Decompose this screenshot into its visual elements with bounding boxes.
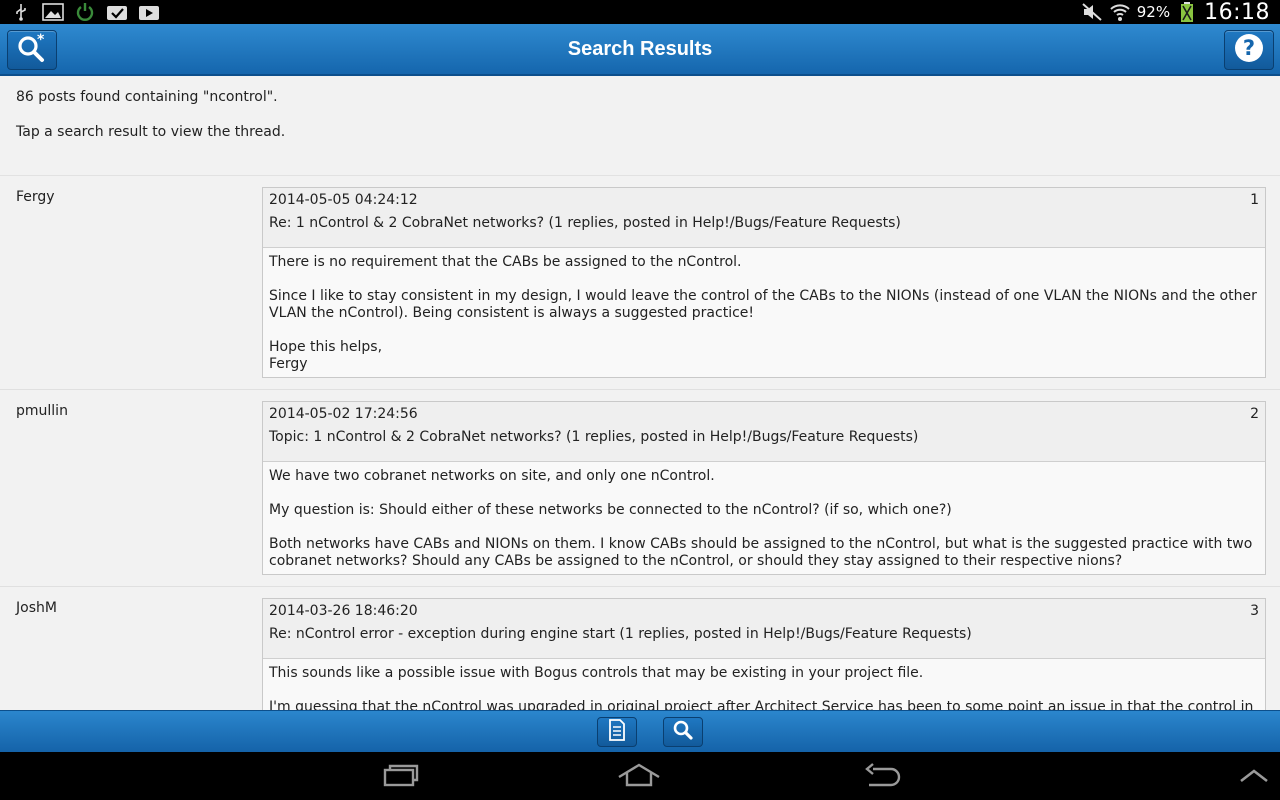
svg-text:?: ? xyxy=(1243,36,1255,60)
page-title: Search Results xyxy=(567,38,713,60)
post-card[interactable]: 2014-03-26 18:46:20 3 Re: nControl error… xyxy=(262,598,1266,710)
task-check-icon xyxy=(106,2,128,22)
play-store-icon xyxy=(138,2,160,22)
image-icon xyxy=(42,2,64,22)
clock: 16:18 xyxy=(1204,0,1270,25)
post-subject: Re: 1 nControl & 2 CobraNet networks? (1… xyxy=(269,215,901,231)
status-bar: 92% 16:18 xyxy=(0,0,1280,25)
post-card[interactable]: 2014-05-02 17:24:56 2 Topic: 1 nControl … xyxy=(262,401,1266,575)
post-date: 2014-05-02 17:24:56 xyxy=(269,406,418,422)
collapse-button[interactable] xyxy=(1234,764,1274,790)
help-button[interactable]: ? xyxy=(1224,30,1274,70)
results-summary: 86 posts found containing "ncontrol". Ta… xyxy=(0,76,1280,141)
battery-percent: 92% xyxy=(1136,3,1171,21)
app-header: Search Results * ? xyxy=(0,24,1280,76)
status-bar-system: 92% 16:18 xyxy=(1081,0,1270,25)
recent-apps-icon xyxy=(381,763,419,791)
post-paragraph: My question is: Should either of these n… xyxy=(269,502,952,518)
search-options-button[interactable]: * xyxy=(7,30,57,70)
post-paragraph: Since I like to stay consistent in my de… xyxy=(269,288,1257,321)
thread-list-icon xyxy=(607,719,627,745)
result-number: 1 xyxy=(1250,192,1259,208)
post-body: We have two cobranet networks on site, a… xyxy=(263,462,1265,574)
usb-icon xyxy=(10,2,32,22)
post-header: 2014-05-05 04:24:12 1 Re: 1 nControl & 2… xyxy=(263,188,1265,248)
help-icon: ? xyxy=(1233,32,1265,68)
battery-icon xyxy=(1176,2,1198,22)
post-author: Fergy xyxy=(16,189,55,205)
result-number: 2 xyxy=(1250,406,1259,422)
post-header: 2014-03-26 18:46:20 3 Re: nControl error… xyxy=(263,599,1265,659)
post-date: 2014-05-05 04:24:12 xyxy=(269,192,418,208)
post-paragraph: I'm guessing that the nControl was upgra… xyxy=(269,699,1254,710)
results-hint: Tap a search result to view the thread. xyxy=(16,124,286,140)
search-results-list[interactable]: 86 posts found containing "ncontrol". Ta… xyxy=(0,76,1280,710)
post-card[interactable]: 2014-05-05 04:24:12 1 Re: 1 nControl & 2… xyxy=(262,187,1266,378)
recent-apps-button[interactable] xyxy=(380,764,420,790)
post-subject: Topic: 1 nControl & 2 CobraNet networks?… xyxy=(269,429,919,445)
system-nav-bar xyxy=(0,752,1280,800)
search-result-item[interactable]: JoshM 2014-03-26 18:46:20 3 Re: nControl… xyxy=(0,587,1280,710)
results-count: 86 posts found containing "ncontrol". xyxy=(16,89,278,105)
search-result-item[interactable]: Fergy 2014-05-05 04:24:12 1 Re: 1 nContr… xyxy=(0,176,1280,390)
thread-list-button[interactable] xyxy=(597,717,637,747)
post-body: This sounds like a possible issue with B… xyxy=(263,659,1265,710)
post-body: There is no requirement that the CABs be… xyxy=(263,248,1265,377)
post-subject: Re: nControl error - exception during en… xyxy=(269,626,972,642)
post-paragraph: This sounds like a possible issue with B… xyxy=(269,665,924,681)
status-bar-notifications xyxy=(10,2,160,22)
back-icon xyxy=(863,763,901,791)
post-paragraph: We have two cobranet networks on site, a… xyxy=(269,468,715,484)
search-icon xyxy=(672,719,694,745)
post-date: 2014-03-26 18:46:20 xyxy=(269,603,418,619)
search-result-item[interactable]: pmullin 2014-05-02 17:24:56 2 Topic: 1 n… xyxy=(0,390,1280,587)
search-star-icon: * xyxy=(16,32,48,67)
post-paragraph: There is no requirement that the CABs be… xyxy=(269,254,742,270)
back-button[interactable] xyxy=(862,763,902,791)
svg-text:*: * xyxy=(37,33,45,48)
mute-icon xyxy=(1081,2,1103,22)
post-paragraph: Hope this helps, Fergy xyxy=(269,339,383,372)
result-number: 3 xyxy=(1250,603,1259,619)
bottom-toolbar xyxy=(0,710,1280,753)
post-author: pmullin xyxy=(16,403,68,419)
power-icon xyxy=(74,2,96,22)
home-button[interactable] xyxy=(617,763,661,791)
post-author: JoshM xyxy=(16,600,57,616)
home-icon xyxy=(617,763,661,791)
collapse-icon xyxy=(1238,765,1270,789)
wifi-icon xyxy=(1109,2,1131,22)
post-paragraph: Both networks have CABs and NIONs on the… xyxy=(269,536,1253,569)
search-button[interactable] xyxy=(663,717,703,747)
post-header: 2014-05-02 17:24:56 2 Topic: 1 nControl … xyxy=(263,402,1265,462)
